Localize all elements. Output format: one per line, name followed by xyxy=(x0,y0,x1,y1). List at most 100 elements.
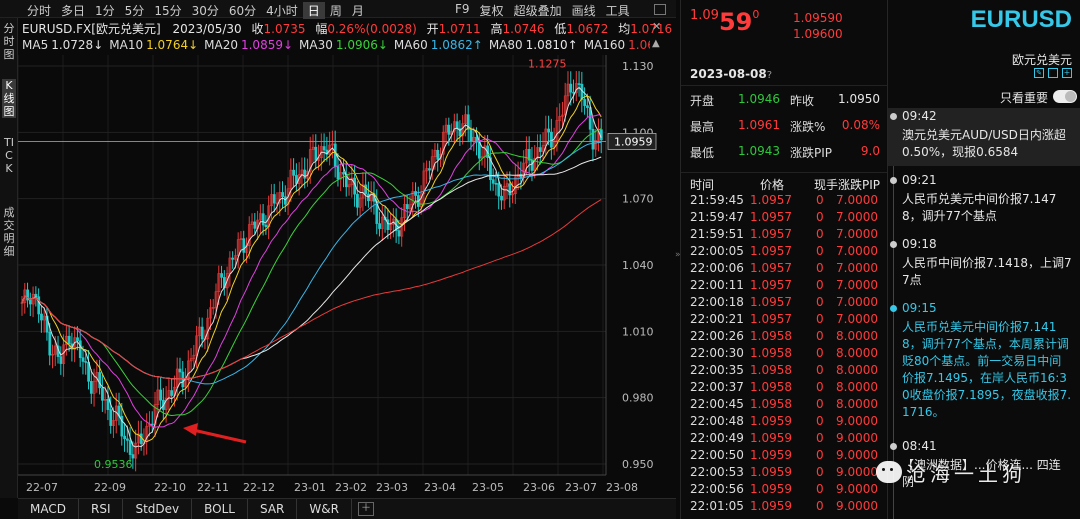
toolbar-tool[interactable]: 画线 xyxy=(572,2,596,19)
candle-body xyxy=(414,191,418,196)
tick-pip: 7.0000 xyxy=(836,295,878,309)
period-tab[interactable]: 60分 xyxy=(224,2,261,19)
period-tab[interactable]: 5分 xyxy=(120,2,150,19)
stat-label: 最高 xyxy=(690,120,715,134)
tick-row: 22:00:56 1.0959 0 9.0000 xyxy=(690,481,886,498)
y-tick-label: 0.980 xyxy=(622,392,654,405)
copy-icon[interactable] xyxy=(1048,68,1058,78)
sidebar-tab[interactable]: K线图 xyxy=(2,79,16,118)
tick-price: 1.0959 xyxy=(750,499,792,513)
symbol-label: EURUSD.FX[欧元兑美元] xyxy=(22,22,161,36)
add-icon[interactable]: + xyxy=(1062,68,1072,78)
tick-price: 1.0957 xyxy=(750,295,792,309)
tick-volume: 0 xyxy=(816,465,824,479)
candle-body xyxy=(128,440,132,455)
tick-volume: 0 xyxy=(816,431,824,445)
x-tick-label: 22-12 xyxy=(243,481,275,494)
open-label: 开 xyxy=(426,22,439,36)
tick-time: 22:01:05 xyxy=(690,499,744,513)
tick-volume: 0 xyxy=(816,193,824,207)
indicator-tab[interactable]: MACD xyxy=(18,499,79,519)
period-tab[interactable]: 日 xyxy=(302,2,325,19)
indicator-tab[interactable]: RSI xyxy=(79,499,124,519)
period-tab[interactable]: 多日 xyxy=(56,2,90,19)
sidebar-tab[interactable]: TICK xyxy=(2,136,16,175)
sidebar-tab[interactable]: 成交明细 xyxy=(2,206,16,258)
candlestick-chart[interactable]: 1.1301.1001.0701.0401.0100.9800.95022-07… xyxy=(18,55,676,495)
x-tick-label: 22-11 xyxy=(197,481,229,494)
tick-time: 22:00:06 xyxy=(690,261,744,275)
candle-body xyxy=(81,357,85,362)
candle-body xyxy=(78,340,82,358)
tick-row: 22:00:18 1.0957 0 7.0000 xyxy=(690,294,886,311)
panel-collapse-handle[interactable]: » xyxy=(675,250,685,266)
toolbar-tool[interactable]: 复权 xyxy=(480,2,504,19)
tick-row: 22:00:11 1.0957 0 7.0000 xyxy=(690,277,886,294)
indicator-tab[interactable]: BOLL xyxy=(192,499,248,519)
tick-pip: 8.0000 xyxy=(836,329,878,343)
add-indicator-icon[interactable]: ＋ xyxy=(357,502,374,516)
tick-pip: 8.0000 xyxy=(836,363,878,377)
stats-row: 开盘 1.0946 昨收 1.0950 xyxy=(690,92,880,118)
tick-pip: 7.0000 xyxy=(836,193,878,207)
chart-info-bar: EURUSD.FX[欧元兑美元] 2023/05/30 收1.0735 幅0.2… xyxy=(22,20,672,36)
candle-body xyxy=(89,381,93,394)
period-tab[interactable]: 月 xyxy=(347,2,369,19)
tick-volume: 0 xyxy=(816,414,824,428)
tick-price: 1.0959 xyxy=(750,482,792,496)
high-label: 高 xyxy=(490,22,503,36)
tick-time: 22:00:49 xyxy=(690,431,744,445)
left-sidebar: 分时图 K线图 TICK 成交明细 xyxy=(0,18,18,498)
period-tab[interactable]: 4小时 xyxy=(261,2,303,19)
period-tab[interactable]: 30分 xyxy=(187,2,224,19)
expand-icon[interactable] xyxy=(654,4,666,15)
toolbar-tool[interactable]: F9 xyxy=(455,2,470,19)
news-item[interactable]: 09:42 澳元兑美元AUD/USD日内涨超0.50%，现报0.6584 xyxy=(888,108,1080,166)
ma-legend-item: MA30 1.0906↓ xyxy=(299,38,388,52)
candle-body xyxy=(59,356,63,364)
indicator-tab[interactable]: SAR xyxy=(248,499,298,519)
candle-body xyxy=(530,159,534,171)
sidebar-tab[interactable]: 分时图 xyxy=(2,22,16,61)
toolbar-tool[interactable]: 超级叠加 xyxy=(514,2,562,19)
news-time: 09:15 xyxy=(902,301,937,315)
collapse-up-icon[interactable]: ▲ xyxy=(652,37,672,50)
tick-row: 22:00:30 1.0958 0 8.0000 xyxy=(690,345,886,362)
tick-volume: 0 xyxy=(816,363,824,377)
candle-body xyxy=(586,105,589,108)
indicator-tab[interactable]: StdDev xyxy=(123,499,193,519)
period-tab[interactable]: 1分 xyxy=(90,2,120,19)
indicator-tab[interactable]: W&R xyxy=(297,499,352,519)
tick-volume: 0 xyxy=(816,499,824,513)
candle-body xyxy=(178,368,182,373)
important-only-toggle[interactable] xyxy=(1053,90,1077,103)
period-tab[interactable]: 15分 xyxy=(149,2,186,19)
quote-panel: 1.09590 1.09590 1.09600 2023-08-08? 开盘 1.… xyxy=(675,0,887,519)
divider xyxy=(681,85,887,86)
candle-body xyxy=(405,204,409,210)
candle-body xyxy=(106,399,110,410)
tick-table[interactable]: 21:59:45 1.0957 0 7.0000 21:59:47 1.0957 0 7.00… xyxy=(690,192,886,515)
toolbar-tool[interactable]: 工具 xyxy=(606,2,630,19)
candle-body xyxy=(159,389,163,401)
tick-pip: 7.0000 xyxy=(836,312,878,326)
change-label: 幅 xyxy=(315,22,328,36)
help-icon[interactable]: ? xyxy=(767,70,772,81)
tick-volume: 0 xyxy=(816,278,824,292)
x-tick-label: 23-03 xyxy=(376,481,408,494)
tick-header-cell: 涨跌PIP xyxy=(838,178,881,192)
tick-time: 22:00:56 xyxy=(690,482,744,496)
close-icon[interactable]: ✕ xyxy=(652,20,672,33)
candle-body xyxy=(84,361,88,363)
candle-body xyxy=(101,387,104,401)
date-label: 2023-08-08? xyxy=(690,67,772,81)
period-tab[interactable]: 周 xyxy=(325,2,347,19)
timeline-dot xyxy=(890,241,897,248)
edit-icon[interactable]: ✎ xyxy=(1034,68,1044,78)
tick-price: 1.0958 xyxy=(750,329,792,343)
x-tick-label: 23-01 xyxy=(294,481,326,494)
candle-body xyxy=(336,166,340,180)
period-tab[interactable]: 分时 xyxy=(22,2,56,19)
timeline-dot xyxy=(890,305,897,312)
chart-settings-icons: ✕ ▲ xyxy=(652,20,672,54)
